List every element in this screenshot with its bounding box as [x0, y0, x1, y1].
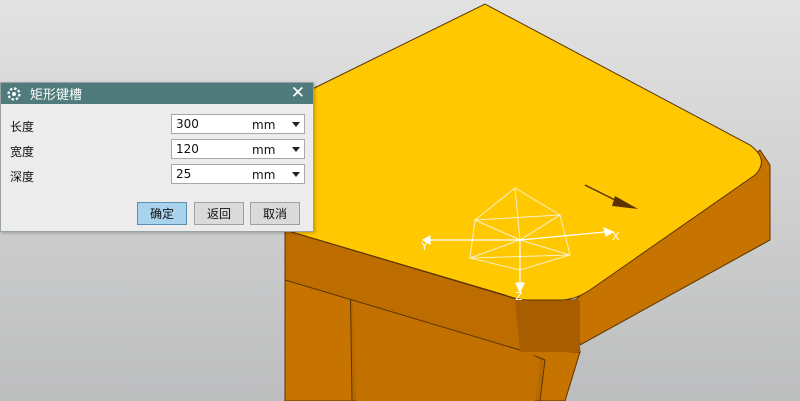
length-value[interactable]: 300 — [176, 117, 199, 131]
width-label: 宽度 — [10, 145, 35, 159]
length-unit[interactable]: mm — [252, 118, 275, 132]
close-icon[interactable]: ✕ — [291, 85, 305, 102]
depth-row: 深度 25 mm — [1, 164, 313, 186]
gear-icon — [6, 86, 22, 102]
axis-label-z: Z — [515, 290, 523, 303]
depth-field[interactable]: 25 mm — [171, 164, 305, 184]
width-row: 宽度 120 mm — [1, 139, 313, 161]
rectangular-keyway-dialog: 矩形键槽 ✕ 长度 300 mm 宽度 120 mm 深度 25 mm 确定 返… — [0, 82, 314, 232]
dialog-title: 矩形键槽 — [30, 88, 83, 103]
part-corner-face — [515, 300, 580, 352]
ok-button[interactable]: 确定 — [137, 202, 187, 225]
chevron-down-icon[interactable] — [292, 147, 300, 152]
axis-label-y: Y — [420, 240, 428, 253]
length-row: 长度 300 mm — [1, 114, 313, 136]
back-button[interactable]: 返回 — [194, 202, 244, 225]
dialog-titlebar[interactable]: 矩形键槽 ✕ — [1, 83, 313, 104]
cancel-button[interactable]: 取消 — [250, 202, 300, 225]
depth-value[interactable]: 25 — [176, 167, 191, 181]
chevron-down-icon[interactable] — [292, 122, 300, 127]
width-value[interactable]: 120 — [176, 142, 199, 156]
width-field[interactable]: 120 mm — [171, 139, 305, 159]
depth-label: 深度 — [10, 170, 35, 184]
depth-unit[interactable]: mm — [252, 168, 275, 182]
length-field[interactable]: 300 mm — [171, 114, 305, 134]
length-label: 长度 — [10, 120, 35, 134]
chevron-down-icon[interactable] — [292, 172, 300, 177]
axis-label-x: X — [612, 230, 620, 243]
width-unit[interactable]: mm — [252, 143, 275, 157]
